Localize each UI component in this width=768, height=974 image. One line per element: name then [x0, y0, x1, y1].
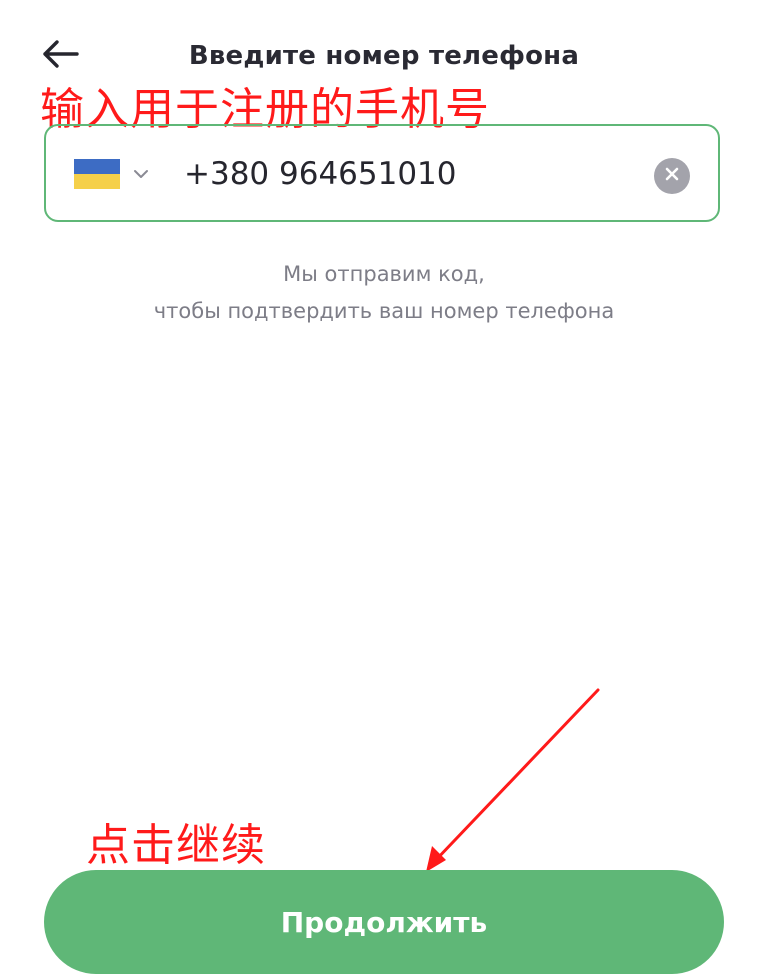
- country-selector[interactable]: [74, 156, 150, 192]
- flag-stripe-blue: [74, 159, 120, 174]
- phone-number-input[interactable]: [184, 150, 624, 198]
- hint-line-1: Мы отправим код,: [283, 262, 485, 286]
- close-icon: [664, 166, 680, 186]
- page-title: Введите номер телефона: [188, 41, 580, 71]
- annotation-click-continue: 点击继续: [86, 820, 266, 871]
- hint-text: Мы отправим код, чтобы подтвердить ваш н…: [0, 256, 768, 330]
- phone-field: [44, 124, 720, 222]
- hint-line-2: чтобы подтвердить ваш номер телефона: [153, 299, 615, 323]
- continue-button[interactable]: Продолжить: [44, 870, 724, 974]
- ukraine-flag-icon: [74, 159, 120, 189]
- chevron-down-icon: [132, 165, 150, 183]
- clear-input-button[interactable]: [654, 158, 690, 194]
- flag-stripe-yellow: [74, 174, 120, 189]
